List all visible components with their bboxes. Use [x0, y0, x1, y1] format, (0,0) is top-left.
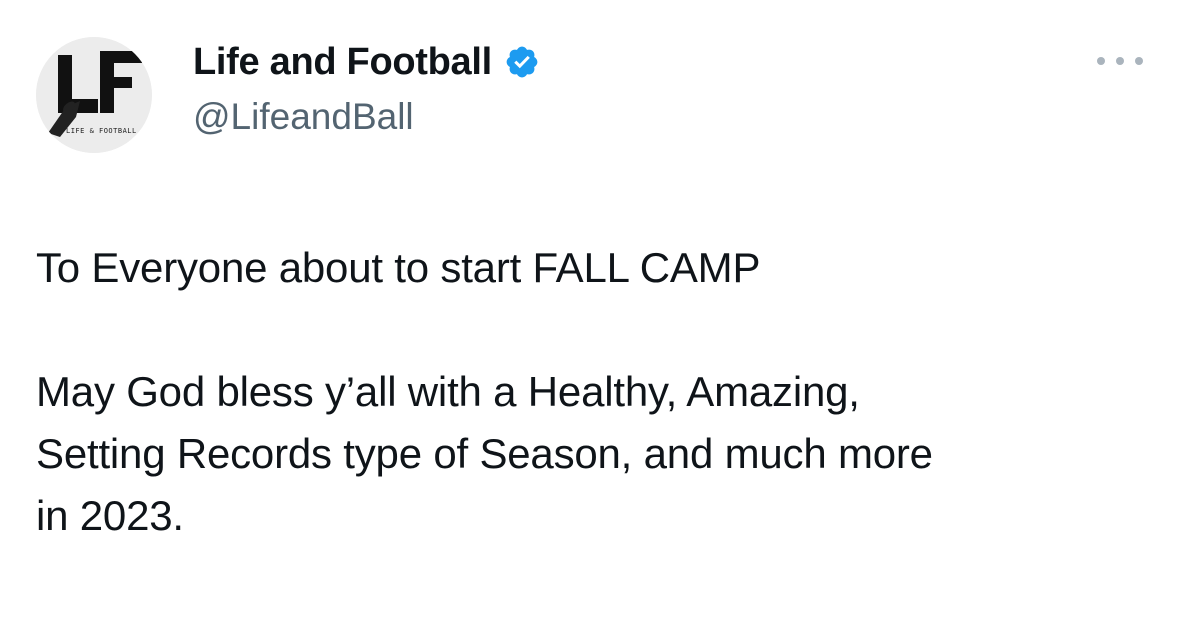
- avatar-logo-image: LIFE & FOOTBALL: [36, 37, 152, 153]
- tweet-text: To Everyone about to start FALL CAMP May…: [36, 237, 1146, 547]
- handle[interactable]: @LifeandBall: [193, 96, 540, 138]
- more-horizontal-icon-dot: [1116, 57, 1124, 65]
- tweet-paragraph: May God bless y’all with a Healthy, Amaz…: [36, 368, 933, 539]
- more-horizontal-icon: [1097, 57, 1105, 65]
- avatar-tagline: LIFE & FOOTBALL: [66, 127, 137, 135]
- more-options-button[interactable]: [1097, 46, 1143, 76]
- verified-badge-icon: [504, 44, 540, 80]
- more-horizontal-icon-dot: [1135, 57, 1143, 65]
- author-info: Life and Football @LifeandBall: [193, 38, 540, 138]
- name-row: Life and Football: [193, 38, 540, 86]
- tweet-card: LIFE & FOOTBALL Life and Football @Lifea…: [0, 0, 1179, 632]
- tweet-paragraph: To Everyone about to start FALL CAMP: [36, 244, 761, 291]
- display-name[interactable]: Life and Football: [193, 41, 492, 84]
- avatar[interactable]: LIFE & FOOTBALL: [36, 37, 152, 153]
